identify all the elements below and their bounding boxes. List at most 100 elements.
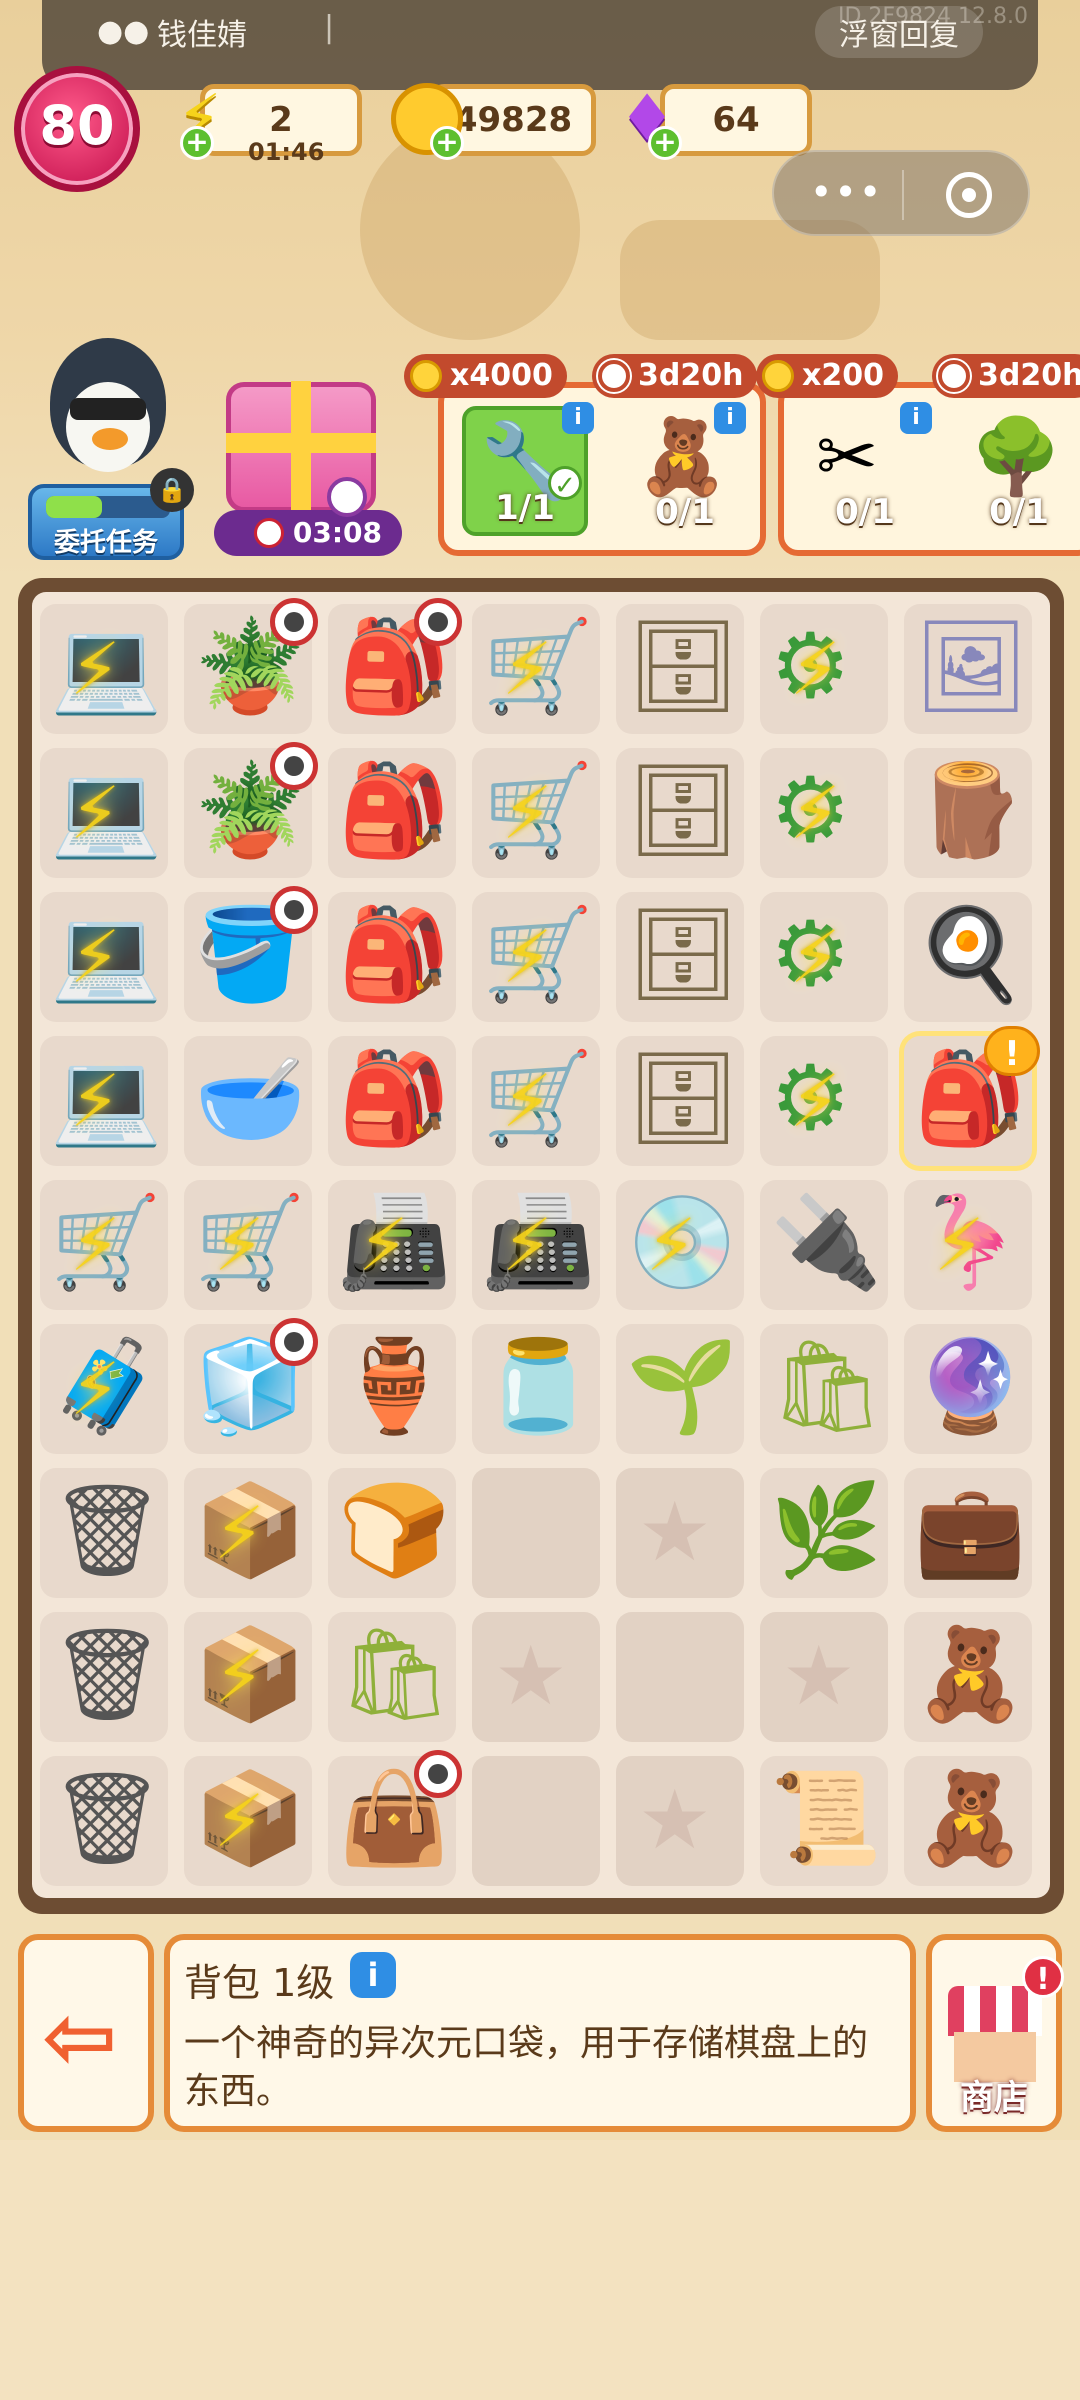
exit-button[interactable]: ⇦	[18, 1934, 154, 2132]
order-item-slot[interactable]: 🌳 0/1	[956, 406, 1080, 536]
player-level-badge[interactable]: 80	[14, 66, 140, 192]
board-cell[interactable]: 🗄	[616, 1036, 744, 1166]
board-cell[interactable]: 🪴	[184, 742, 318, 878]
board-cell[interactable]: 🪵	[904, 748, 1032, 878]
more-menu-button[interactable]: •••	[810, 172, 883, 212]
board-cell[interactable]: ★	[616, 1756, 744, 1886]
board-cell[interactable]: 🛒 ⚡	[472, 892, 600, 1022]
order-reward: x200	[802, 358, 884, 393]
board-cell[interactable]: ★	[472, 1612, 600, 1742]
board-cell[interactable]: 🗑	[40, 1468, 168, 1598]
board-cell[interactable]: 🔮	[904, 1324, 1032, 1454]
board-cell[interactable]: 💻 ⚡	[40, 748, 168, 878]
add-gems-button[interactable]: +	[648, 126, 682, 160]
energy-bolt-icon: ⚡	[502, 1059, 553, 1143]
shop-button[interactable]: 商店 !	[926, 1934, 1064, 2132]
board-cell[interactable]: 📠 ⚡	[328, 1180, 456, 1310]
board-cell[interactable]	[616, 1612, 744, 1742]
firewood-icon: 🪵	[914, 758, 1027, 863]
shop-awning-icon	[948, 1986, 1042, 2036]
board-cell[interactable]: 🛒 ⚡	[472, 1036, 600, 1166]
board-cell[interactable]: ⚙ ⚡	[760, 748, 888, 878]
seed-packet-icon: 🌿	[770, 1478, 883, 1583]
info-icon[interactable]: i	[714, 402, 746, 434]
board-cell[interactable]: 👜	[328, 1750, 462, 1886]
seed-bag-icon: 🛍	[770, 1334, 885, 1439]
close-miniprogram-button[interactable]	[946, 172, 992, 218]
board-cell[interactable]: 🧸	[904, 1756, 1032, 1886]
board-cell[interactable]: ⚙ ⚡	[760, 1036, 888, 1166]
energy-timer: 01:46	[248, 138, 325, 166]
board-cell[interactable]: 🖼	[904, 604, 1032, 734]
board-cell[interactable]: 🛒 ⚡	[472, 748, 600, 878]
timer-badge-icon	[270, 742, 318, 790]
board-cell[interactable]: 🗄	[616, 604, 744, 734]
order-card[interactable]: 🔧 1/1 ✓ i 🧸 0/1 i	[438, 382, 766, 556]
board-cell[interactable]	[472, 1468, 600, 1598]
board-cell[interactable]: ⚙ ⚡	[760, 892, 888, 1022]
wechat-icon: ●●	[97, 14, 150, 49]
add-energy-button[interactable]: +	[180, 126, 214, 160]
board-cell[interactable]: 💻 ⚡	[40, 1036, 168, 1166]
pliers-icon: ✂	[816, 414, 879, 500]
board-cell[interactable]: 🎒	[328, 1036, 456, 1166]
board-cell[interactable]: 🎒	[328, 598, 462, 734]
board-cell[interactable]: 🥣	[184, 1036, 312, 1166]
info-icon[interactable]: i	[350, 1952, 396, 1998]
board-cell[interactable]: 🪴	[184, 598, 318, 734]
board-cell[interactable]: 🛍	[760, 1324, 888, 1454]
board-cell[interactable]	[472, 1756, 600, 1886]
board-cell[interactable]: 🗄	[616, 892, 744, 1022]
board-cell[interactable]: 🗑	[40, 1756, 168, 1886]
board-cell[interactable]: 🌿	[760, 1468, 888, 1598]
board-cell[interactable]: 💿 ⚡	[616, 1180, 744, 1310]
order-time-tag: 3d20h	[932, 354, 1080, 398]
board-cell[interactable]: 🎒	[328, 892, 456, 1022]
gift-box-icon[interactable]	[226, 381, 376, 517]
board-cell[interactable]: 🗄	[616, 748, 744, 878]
board-cell[interactable]: 📦 ⚡	[184, 1468, 312, 1598]
board-cell[interactable]: 🛒 ⚡	[40, 1180, 168, 1310]
board-cell[interactable]: ★	[616, 1468, 744, 1598]
board-cell[interactable]: 🗑	[40, 1612, 168, 1742]
photos-icon: 🖼	[914, 614, 1029, 719]
player-avatar[interactable]	[40, 338, 170, 488]
board-cell[interactable]: 🍳	[904, 892, 1032, 1022]
timer-badge-icon	[414, 1750, 462, 1798]
board-cell[interactable]: 🧸	[904, 1612, 1032, 1742]
board-cell[interactable]: 🔌	[760, 1180, 888, 1310]
board-cell[interactable]: 📠 ⚡	[472, 1180, 600, 1310]
capsule-divider	[902, 170, 904, 220]
board-cell[interactable]: 🧊	[184, 1318, 318, 1454]
board-cell[interactable]: 💻 ⚡	[40, 892, 168, 1022]
board-cell[interactable]: 🎒!	[904, 1026, 1040, 1166]
timer-badge-icon	[270, 598, 318, 646]
board-cell[interactable]: 🫙	[472, 1324, 600, 1454]
info-icon[interactable]: i	[562, 402, 594, 434]
board-cell[interactable]: 💼	[904, 1468, 1032, 1598]
teddy-outline-icon: 🧸	[914, 1622, 1027, 1727]
board-cell[interactable]: 🏺	[328, 1324, 456, 1454]
board-cell[interactable]: 🌱	[616, 1324, 744, 1454]
board-cell[interactable]: 🪣	[184, 886, 318, 1022]
board-cell[interactable]: 📦 ⚡	[184, 1612, 312, 1742]
board-cell[interactable]: 🎒	[328, 748, 456, 878]
lock-icon: 🔒	[150, 468, 194, 512]
locker-icon: 🗄	[626, 902, 741, 1007]
board-cell[interactable]: 🍞	[328, 1468, 456, 1598]
junk-pile-icon: 🎒	[338, 902, 451, 1007]
order-time: 3d20h	[978, 358, 1080, 393]
board-cell[interactable]: 🛒 ⚡	[472, 604, 600, 734]
board-cell[interactable]: ⚙ ⚡	[760, 604, 888, 734]
add-coins-button[interactable]: +	[430, 126, 464, 160]
board-cell[interactable]: 🦩 ⚡	[904, 1180, 1032, 1310]
board-cell[interactable]: 💻 ⚡	[40, 604, 168, 734]
board-cell[interactable]: 🛒 ⚡	[184, 1180, 312, 1310]
board-cell[interactable]: 🧳 ⚡	[40, 1324, 168, 1454]
board-cell[interactable]: 📦 ⚡	[184, 1756, 312, 1886]
order-card[interactable]: ✂ 0/1 i 🌳 0/1	[778, 382, 1080, 556]
board-cell[interactable]: 🛍	[328, 1612, 456, 1742]
board-cell[interactable]: ★	[760, 1612, 888, 1742]
info-icon[interactable]: i	[900, 402, 932, 434]
board-cell[interactable]: 📜	[760, 1756, 888, 1886]
